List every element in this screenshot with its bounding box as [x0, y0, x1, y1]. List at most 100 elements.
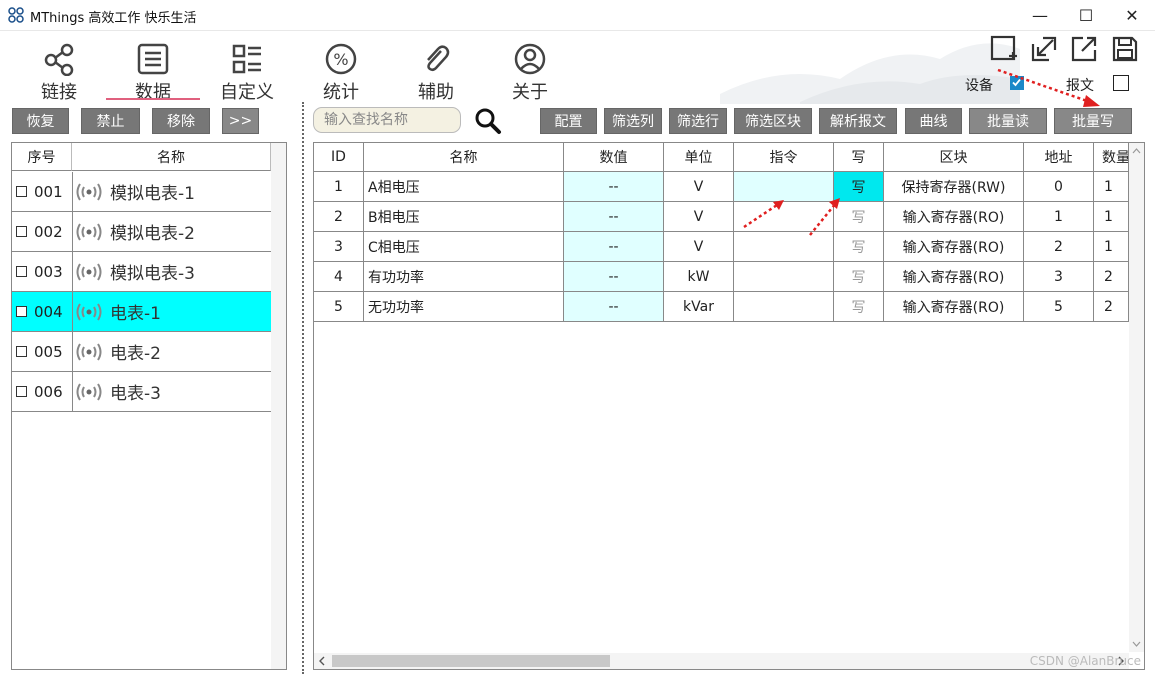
cell-write-button[interactable]: 写 — [834, 292, 884, 322]
device-row[interactable]: 003 模拟电表-3 — [12, 252, 271, 292]
message-checkbox[interactable] — [1113, 75, 1129, 91]
nav-assist-label: 辅助 — [418, 82, 454, 103]
cell-address: 5 — [1024, 292, 1094, 322]
device-num-cell: 003 — [12, 252, 73, 291]
search-icon[interactable] — [474, 107, 502, 135]
scroll-down-icon[interactable] — [1129, 638, 1144, 650]
device-checkbox[interactable] — [16, 386, 27, 397]
cell-command[interactable] — [734, 292, 834, 322]
device-checkbox[interactable] — [16, 186, 27, 197]
cell-count: 2 — [1094, 262, 1129, 292]
share-icon — [44, 43, 74, 76]
device-list-scrollbar[interactable] — [271, 143, 286, 669]
nav-link[interactable]: 链接 — [19, 38, 99, 103]
minimize-button[interactable]: — — [1017, 0, 1063, 30]
cell-unit: V — [664, 202, 734, 232]
expand-button[interactable]: >> — [222, 108, 259, 134]
nav-assist[interactable]: 辅助 — [396, 38, 476, 103]
import-icon[interactable] — [1029, 34, 1059, 64]
panel-splitter[interactable] — [302, 102, 306, 674]
nav-about[interactable]: 关于 — [490, 38, 570, 103]
close-button[interactable]: ✕ — [1109, 0, 1155, 30]
cell-write-button[interactable]: 写 — [834, 262, 884, 292]
device-row[interactable]: 004 电表-1 — [12, 292, 271, 332]
device-name-cell: 电表-1 — [74, 292, 161, 331]
cell-name: 无功功率 — [364, 292, 564, 322]
nav-stats-label: 统计 — [323, 82, 359, 103]
cell-address: 2 — [1024, 232, 1094, 262]
cell-address: 0 — [1024, 172, 1094, 202]
column-header-name: 名称 — [72, 143, 271, 171]
app-logo-icon — [8, 7, 24, 23]
filter-block-button[interactable]: 筛选区块 — [734, 108, 812, 134]
filter-columns-button[interactable]: 筛选列 — [604, 108, 662, 134]
disable-button[interactable]: 禁止 — [81, 108, 140, 134]
filter-rows-button[interactable]: 筛选行 — [669, 108, 727, 134]
column-header-write: 写 — [834, 143, 884, 172]
cell-value: -- — [564, 172, 664, 202]
annotation-arrow-batch-write — [997, 68, 1100, 107]
device-checkbox[interactable] — [16, 226, 27, 237]
device-num: 005 — [34, 342, 63, 361]
cell-command[interactable] — [734, 262, 834, 292]
device-row[interactable]: 005 电表-2 — [12, 332, 271, 372]
export-icon[interactable] — [1069, 34, 1099, 64]
device-name: 电表-2 — [110, 344, 161, 364]
device-row[interactable]: 006 电表-3 — [12, 372, 271, 412]
config-button[interactable]: 配置 — [540, 108, 597, 134]
nav-data[interactable]: 数据 — [113, 38, 193, 103]
device-num-cell: 005 — [12, 332, 73, 371]
device-checkbox[interactable] — [16, 306, 27, 317]
cell-value: -- — [564, 262, 664, 292]
horizontal-scroll-thumb[interactable] — [332, 655, 610, 667]
device-num: 002 — [34, 222, 63, 241]
device-name-cell: 电表-3 — [74, 372, 161, 411]
device-name: 模拟电表-3 — [110, 264, 195, 284]
nav-custom-label: 自定义 — [220, 82, 274, 103]
device-num-cell: 006 — [12, 372, 73, 411]
cell-value: -- — [564, 202, 664, 232]
maximize-button[interactable]: ☐ — [1063, 0, 1109, 30]
column-header-unit: 单位 — [664, 143, 734, 172]
cell-count: 1 — [1094, 202, 1129, 232]
device-checkbox[interactable] — [16, 266, 27, 277]
add-window-icon[interactable] — [989, 34, 1019, 64]
parse-message-button[interactable]: 解析报文 — [819, 108, 897, 134]
search-input[interactable]: 输入查找名称 — [313, 107, 461, 133]
column-header-command: 指令 — [734, 143, 834, 172]
device-name: 模拟电表-2 — [110, 224, 195, 244]
save-icon[interactable] — [1110, 34, 1140, 64]
nav-stats[interactable]: % 统计 — [301, 38, 381, 103]
cell-block: 保持寄存器(RW) — [884, 172, 1024, 202]
scroll-left-icon[interactable] — [316, 653, 328, 669]
signal-icon — [76, 342, 102, 361]
remove-button[interactable]: 移除 — [152, 108, 210, 134]
device-row[interactable]: 001 模拟电表-1 — [12, 172, 271, 212]
cell-unit: V — [664, 172, 734, 202]
cell-block: 输入寄存器(RO) — [884, 232, 1024, 262]
cell-count: 2 — [1094, 292, 1129, 322]
paperclip-icon — [427, 45, 450, 72]
nav-custom[interactable]: 自定义 — [207, 38, 287, 103]
window-title: MThings 高效工作 快乐生活 — [30, 11, 197, 26]
cell-count: 1 — [1094, 172, 1129, 202]
column-header-block: 区块 — [884, 143, 1024, 172]
scroll-up-icon[interactable] — [1129, 145, 1144, 157]
column-header-value: 数值 — [564, 143, 664, 172]
cell-name: B相电压 — [364, 202, 564, 232]
restore-button[interactable]: 恢复 — [12, 108, 69, 134]
device-checkbox[interactable] — [16, 346, 27, 357]
signal-icon — [76, 302, 102, 321]
cell-unit: kVar — [664, 292, 734, 322]
nav-about-label: 关于 — [512, 82, 548, 103]
device-num-cell: 001 — [12, 172, 73, 211]
cell-value: -- — [564, 232, 664, 262]
device-name: 模拟电表-1 — [110, 184, 195, 204]
nav-data-label: 数据 — [135, 82, 171, 103]
device-row[interactable]: 002 模拟电表-2 — [12, 212, 271, 252]
cell-count: 1 — [1094, 232, 1129, 262]
curve-button[interactable]: 曲线 — [905, 108, 962, 134]
cell-id: 5 — [314, 292, 364, 322]
device-num: 003 — [34, 262, 63, 281]
table-vertical-scrollbar[interactable] — [1129, 143, 1144, 652]
